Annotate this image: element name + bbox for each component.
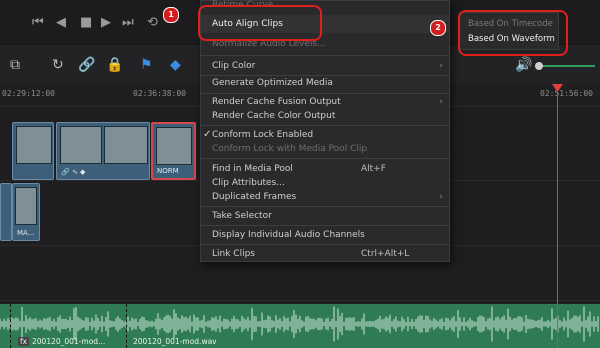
timecode-label: 02:36:38:00 xyxy=(133,89,186,98)
menu-item-link-clips[interactable]: Link Clips Ctrl+Alt+L xyxy=(201,245,449,263)
clip-name: MA... xyxy=(17,229,35,237)
clip-boundary xyxy=(126,304,128,348)
chevron-right-icon: › xyxy=(439,61,443,71)
annotation-highlight xyxy=(198,5,322,41)
clip-thumbnail xyxy=(156,127,192,165)
timecode-label: 02:51:56:00 xyxy=(540,89,593,98)
link-icon: 🔗 ∿ ◆ xyxy=(61,168,86,176)
play-icon[interactable]: ▶ xyxy=(101,16,111,30)
volume-slider[interactable] xyxy=(535,62,595,70)
loop-icon[interactable]: ⟲ xyxy=(147,16,158,30)
last-frame-icon[interactable]: ⏭ xyxy=(122,16,134,30)
audio-track[interactable]: fx 200120_001-mod... 200120_001-mod.wav xyxy=(0,304,600,348)
menu-separator xyxy=(201,55,449,56)
annotation-highlight xyxy=(458,10,568,56)
menu-item-render-cache-color[interactable]: Render Cache Color Output xyxy=(201,107,449,125)
menu-item-take-selector[interactable]: Take Selector xyxy=(201,207,449,225)
lock-icon[interactable]: 🔒 xyxy=(106,57,123,73)
annotation-badge: 2 xyxy=(430,20,446,36)
chevron-right-icon: › xyxy=(439,192,443,202)
menu-separator xyxy=(201,158,449,159)
volume-slider-handle[interactable] xyxy=(535,62,543,70)
clip-thumbnail xyxy=(15,187,37,225)
video-clip[interactable]: MA... xyxy=(12,183,40,241)
clip-thumbnail xyxy=(60,126,102,164)
clip-name: NORM xyxy=(157,167,179,175)
menu-item-display-audio-channels[interactable]: Display Individual Audio Channels xyxy=(201,226,449,244)
shortcut-label: Ctrl+Alt+L xyxy=(361,249,410,259)
menu-item-conform-lock-media-pool: Conform Lock with Media Pool Clip xyxy=(212,144,368,154)
timecode-label: 02:29:12:00 xyxy=(2,89,55,98)
selected-video-clip[interactable]: NORM xyxy=(151,122,196,180)
link-icon[interactable]: 🔗 xyxy=(78,57,95,73)
menu-item-clip-color[interactable]: Clip Color › xyxy=(201,57,449,75)
annotation-badge: 1 xyxy=(163,7,179,23)
previous-frame-icon[interactable]: ◀ xyxy=(56,16,66,30)
menu-item-duplicated-frames[interactable]: Duplicated Frames › xyxy=(201,188,449,206)
audio-clip-name: 200120_001-mod... xyxy=(32,337,106,346)
clip-thumbnail xyxy=(16,126,52,164)
video-clip[interactable] xyxy=(0,183,12,241)
fx-badge: fx xyxy=(18,337,30,346)
video-clip[interactable] xyxy=(12,122,54,180)
stop-icon[interactable]: ■ xyxy=(80,16,92,30)
clip-boundary xyxy=(10,304,12,348)
menu-item-generate-optimized-media[interactable]: Generate Optimized Media xyxy=(201,74,449,92)
first-frame-icon[interactable]: ⏮ xyxy=(32,16,44,30)
speaker-icon[interactable]: 🔊 xyxy=(515,57,532,73)
track-divider xyxy=(0,300,600,301)
playhead[interactable] xyxy=(557,84,558,348)
video-clip[interactable]: 🔗 ∿ ◆ xyxy=(56,122,150,180)
audio-clip-name: 200120_001-mod.wav xyxy=(133,337,217,346)
marker-icon[interactable]: ◆ xyxy=(170,57,181,73)
clip-thumbnail xyxy=(104,126,148,164)
snap-icon[interactable]: ↻ xyxy=(52,57,64,73)
trim-mode-icon[interactable]: ⧉ xyxy=(10,57,20,73)
flag-icon[interactable]: ⚑ xyxy=(140,57,153,73)
